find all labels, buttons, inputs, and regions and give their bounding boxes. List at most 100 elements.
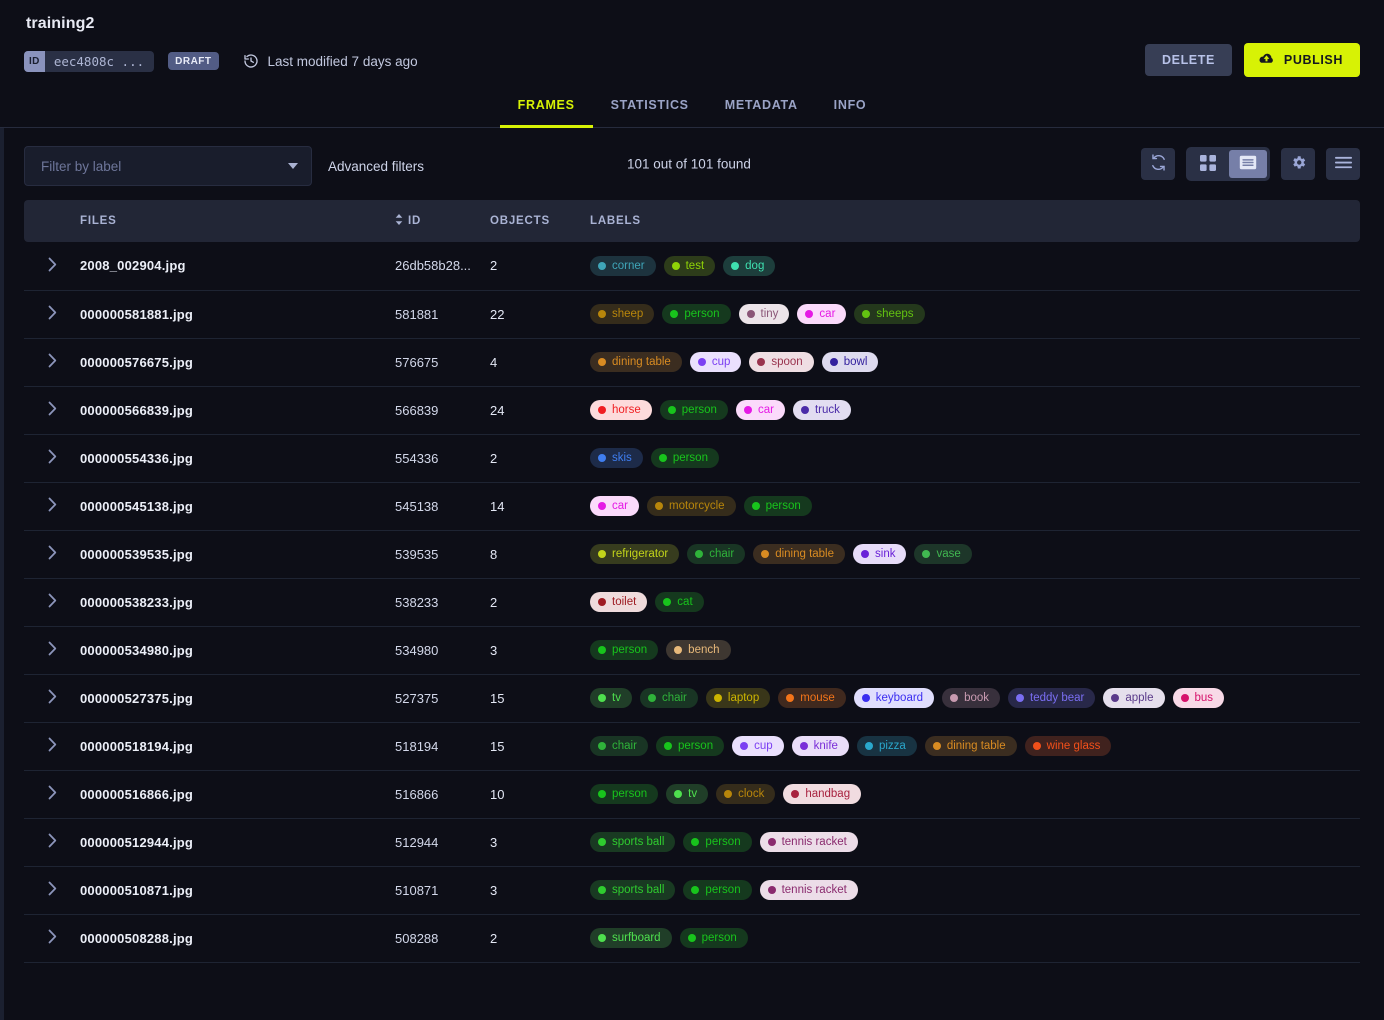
table-row[interactable]: 000000512944.jpg5129443sports ballperson… [24,818,1360,866]
row-filename[interactable]: 000000545138.jpg [80,482,395,530]
label-chip[interactable]: keyboard [854,688,934,708]
table-row[interactable]: 2008_002904.jpg26db58b28...2cornertestdo… [24,242,1360,290]
row-filename[interactable]: 2008_002904.jpg [80,242,395,290]
advanced-filters-link[interactable]: Advanced filters [328,159,424,174]
label-chip[interactable]: person [683,880,751,900]
expand-row-button[interactable] [24,833,80,851]
label-chip[interactable]: book [942,688,1000,708]
tab-statistics[interactable]: STATISTICS [593,86,707,128]
grid-view-button[interactable] [1189,150,1227,178]
th-id[interactable]: ID [395,200,490,242]
label-chip[interactable]: cup [690,352,742,372]
label-chip[interactable]: vase [914,544,971,564]
label-chip[interactable]: apple [1103,688,1164,708]
list-view-button[interactable] [1229,150,1267,178]
table-row[interactable]: 000000516866.jpg51686610persontvclockhan… [24,770,1360,818]
expand-row-button[interactable] [24,353,80,371]
row-filename[interactable]: 000000554336.jpg [80,434,395,482]
label-chip[interactable]: chair [590,736,648,756]
label-chip[interactable]: laptop [706,688,770,708]
label-chip[interactable]: motorcycle [647,496,736,516]
label-chip[interactable]: knife [792,736,849,756]
table-row[interactable]: 000000554336.jpg5543362skisperson [24,434,1360,482]
sort-updown-icon[interactable] [395,214,403,228]
table-row[interactable]: 000000508288.jpg5082882surfboardperson [24,914,1360,962]
label-chip[interactable]: wine glass [1025,736,1112,756]
label-chip[interactable]: person [744,496,812,516]
label-chip[interactable]: sheeps [854,304,924,324]
tab-metadata[interactable]: METADATA [707,86,816,128]
label-chip[interactable]: person [662,304,730,324]
label-chip[interactable]: toilet [590,592,647,612]
th-files[interactable]: FILES [80,200,395,242]
row-filename[interactable]: 000000527375.jpg [80,674,395,722]
table-row[interactable]: 000000518194.jpg51819415chairpersoncupkn… [24,722,1360,770]
label-chip[interactable]: sports ball [590,832,675,852]
expand-row-button[interactable] [24,593,80,611]
row-filename[interactable]: 000000566839.jpg [80,386,395,434]
row-filename[interactable]: 000000512944.jpg [80,818,395,866]
label-chip[interactable]: chair [687,544,745,564]
label-chip[interactable]: person [683,832,751,852]
expand-row-button[interactable] [24,545,80,563]
expand-row-button[interactable] [24,641,80,659]
label-chip[interactable]: corner [590,256,656,276]
label-chip[interactable]: person [590,784,658,804]
filter-by-label-select[interactable]: Filter by label [24,146,312,186]
label-chip[interactable]: bus [1173,688,1225,708]
label-chip[interactable]: bowl [822,352,879,372]
label-chip[interactable]: person [680,928,748,948]
table-row[interactable]: 000000538233.jpg5382332toiletcat [24,578,1360,626]
table-row[interactable]: 000000576675.jpg5766754dining tablecupsp… [24,338,1360,386]
label-chip[interactable]: cat [655,592,703,612]
expand-row-button[interactable] [24,881,80,899]
label-chip[interactable]: sink [853,544,906,564]
expand-row-button[interactable] [24,401,80,419]
row-filename[interactable]: 000000576675.jpg [80,338,395,386]
label-chip[interactable]: skis [590,448,643,468]
refresh-button[interactable] [1141,148,1175,180]
table-row[interactable]: 000000581881.jpg58188122sheeppersontinyc… [24,290,1360,338]
expand-row-button[interactable] [24,929,80,947]
table-row[interactable]: 000000566839.jpg56683924horsepersoncartr… [24,386,1360,434]
th-objects[interactable]: OBJECTS [490,200,590,242]
label-chip[interactable]: clock [716,784,775,804]
label-chip[interactable]: car [797,304,846,324]
label-chip[interactable]: person [656,736,724,756]
label-chip[interactable]: dog [723,256,775,276]
expand-row-button[interactable] [24,449,80,467]
table-row[interactable]: 000000545138.jpg54513814carmotorcycleper… [24,482,1360,530]
row-filename[interactable]: 000000510871.jpg [80,866,395,914]
label-chip[interactable]: tennis racket [760,880,858,900]
expand-row-button[interactable] [24,497,80,515]
delete-button[interactable]: DELETE [1145,44,1232,76]
label-chip[interactable]: tennis racket [760,832,858,852]
label-chip[interactable]: test [664,256,716,276]
label-chip[interactable]: person [590,640,658,660]
row-filename[interactable]: 000000516866.jpg [80,770,395,818]
label-chip[interactable]: dining table [925,736,1017,756]
expand-row-button[interactable] [24,785,80,803]
label-chip[interactable]: pizza [857,736,917,756]
expand-row-button[interactable] [24,305,80,323]
row-filename[interactable]: 000000518194.jpg [80,722,395,770]
tab-frames[interactable]: FRAMES [500,86,593,128]
label-chip[interactable]: truck [793,400,851,420]
table-row[interactable]: 000000534980.jpg5349803personbench [24,626,1360,674]
row-filename[interactable]: 000000538233.jpg [80,578,395,626]
row-filename[interactable]: 000000581881.jpg [80,290,395,338]
table-row[interactable]: 000000527375.jpg52737515tvchairlaptopmou… [24,674,1360,722]
label-chip[interactable]: horse [590,400,652,420]
th-labels[interactable]: LABELS [590,200,1360,242]
publish-button[interactable]: PUBLISH [1244,43,1360,77]
label-chip[interactable]: spoon [749,352,813,372]
label-chip[interactable]: person [651,448,719,468]
label-chip[interactable]: dining table [590,352,682,372]
label-chip[interactable]: surfboard [590,928,672,948]
menu-button[interactable] [1326,148,1360,180]
table-row[interactable]: 000000510871.jpg5108713sports ballperson… [24,866,1360,914]
tab-info[interactable]: INFO [816,86,885,128]
label-chip[interactable]: dining table [753,544,845,564]
label-chip[interactable]: tiny [739,304,790,324]
row-filename[interactable]: 000000534980.jpg [80,626,395,674]
